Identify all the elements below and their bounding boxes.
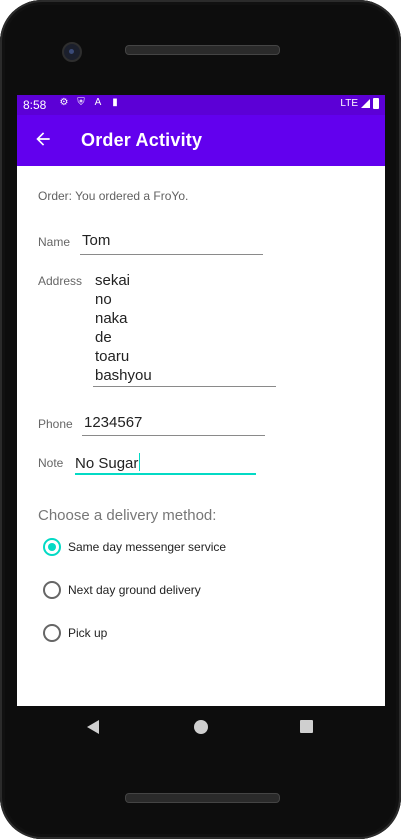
sd-card-icon: ▮ <box>112 97 118 108</box>
note-value: No Sugar <box>75 455 139 472</box>
front-camera <box>62 42 82 62</box>
address-line: bashyou <box>95 367 152 384</box>
page-title: Order Activity <box>81 130 203 150</box>
address-line: no <box>95 291 112 308</box>
radio-unchecked-icon[interactable] <box>43 581 61 599</box>
status-icons: ⚙ ⛨ A ▮ <box>59 98 120 108</box>
name-field[interactable]: Tom <box>82 232 110 249</box>
text-cursor <box>139 453 141 471</box>
delivery-option-label: Same day messenger service <box>68 540 227 554</box>
status-time: 8:58 <box>23 98 47 112</box>
battery-icon <box>373 98 379 109</box>
delivery-option-label: Pick up <box>68 626 108 640</box>
delivery-option-pick-up[interactable]: Pick up <box>43 624 107 642</box>
note-label: Note <box>38 456 64 470</box>
arrow-back-icon[interactable] <box>33 129 53 149</box>
delivery-option-same-day[interactable]: Same day messenger service <box>43 538 226 556</box>
name-underline <box>80 254 263 255</box>
name-label: Name <box>38 235 71 249</box>
phone-field[interactable]: 1234567 <box>84 414 142 431</box>
delivery-title: Choose a delivery method: <box>38 507 217 524</box>
nav-home-icon[interactable] <box>194 720 208 734</box>
note-field[interactable]: No Sugar <box>75 453 141 472</box>
signal-icon <box>361 99 370 108</box>
nav-recents-icon[interactable] <box>300 720 313 733</box>
address-underline <box>93 386 276 387</box>
status-bar: 8:58 ⚙ ⛨ A ▮ LTE <box>17 95 385 115</box>
navigation-bar <box>17 706 385 750</box>
top-speaker <box>125 45 280 55</box>
address-line: de <box>95 329 112 346</box>
screen: 8:58 ⚙ ⛨ A ▮ LTE Order Activity Order: Y… <box>17 95 385 706</box>
delivery-option-next-day[interactable]: Next day ground delivery <box>43 581 201 599</box>
phone-frame: 8:58 ⚙ ⛨ A ▮ LTE Order Activity Order: Y… <box>0 0 401 839</box>
radio-checked-icon[interactable] <box>43 538 61 556</box>
nav-back-icon[interactable] <box>87 720 99 734</box>
address-line: naka <box>95 310 128 327</box>
phone-label: Phone <box>38 417 73 431</box>
network-type: LTE <box>340 98 358 109</box>
note-underline <box>75 473 256 475</box>
delivery-option-label: Next day ground delivery <box>68 583 201 597</box>
status-right: LTE <box>340 98 379 109</box>
address-field[interactable]: sekai no naka de toaru bashyou <box>95 271 152 385</box>
font-icon: A <box>94 97 102 108</box>
phone-underline <box>82 435 265 436</box>
order-form: Order: You ordered a FroYo. Name Tom Add… <box>17 166 385 706</box>
radio-unchecked-icon[interactable] <box>43 624 61 642</box>
bottom-speaker <box>125 793 280 803</box>
settings-icon: ⚙ <box>59 97 69 108</box>
order-message: Order: You ordered a FroYo. <box>38 189 189 203</box>
shield-icon: ⛨ <box>77 97 85 108</box>
address-line: toaru <box>95 348 130 365</box>
app-bar: Order Activity <box>17 115 385 166</box>
address-label: Address <box>38 274 83 288</box>
address-line: sekai <box>95 272 131 289</box>
